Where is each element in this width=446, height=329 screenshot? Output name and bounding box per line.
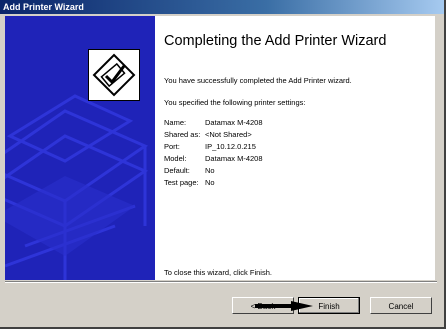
setting-value: Datamax M-4208	[205, 118, 263, 127]
setting-value: Datamax M-4208	[205, 154, 263, 163]
settings-list: Name: Datamax M-4208 Shared as: <Not Share…	[164, 117, 263, 189]
page-title: Completing the Add Printer Wizard	[164, 33, 387, 49]
setting-row-test-page: Test page: No	[164, 177, 263, 189]
setting-value: IP_10.12.0.215	[205, 142, 256, 151]
title-bar[interactable]: Add Printer Wizard	[0, 0, 444, 14]
cancel-button[interactable]: Cancel	[370, 297, 432, 314]
setting-row-model: Model: Datamax M-4208	[164, 153, 263, 165]
setting-value: No	[205, 166, 215, 175]
setting-label: Name:	[164, 118, 187, 127]
setting-label: Shared as:	[164, 130, 201, 139]
success-text: You have successfully completed the Add …	[164, 76, 352, 85]
setting-label: Default:	[164, 166, 190, 175]
setting-row-shared: Shared as: <Not Shared>	[164, 129, 263, 141]
footer-divider	[5, 281, 437, 283]
arrow-pointer-icon	[255, 301, 313, 311]
setting-label: Test page:	[164, 178, 199, 187]
wizard-side-panel	[5, 16, 155, 280]
window-title: Add Printer Wizard	[3, 2, 84, 12]
wizard-content: Completing the Add Printer Wizard You ha…	[155, 16, 435, 280]
setting-row-default: Default: No	[164, 165, 263, 177]
printer-checkmark-icon	[88, 49, 140, 101]
setting-row-name: Name: Datamax M-4208	[164, 117, 263, 129]
setting-label: Port:	[164, 142, 180, 151]
setting-row-port: Port: IP_10.12.0.215	[164, 141, 263, 153]
settings-intro-text: You specified the following printer sett…	[164, 98, 306, 107]
setting-value: No	[205, 178, 215, 187]
setting-value: <Not Shared>	[205, 130, 252, 139]
close-instruction-text: To close this wizard, click Finish.	[164, 268, 272, 277]
setting-label: Model:	[164, 154, 187, 163]
wizard-window: Add Printer Wizard Completing the Add Pr…	[0, 0, 446, 329]
